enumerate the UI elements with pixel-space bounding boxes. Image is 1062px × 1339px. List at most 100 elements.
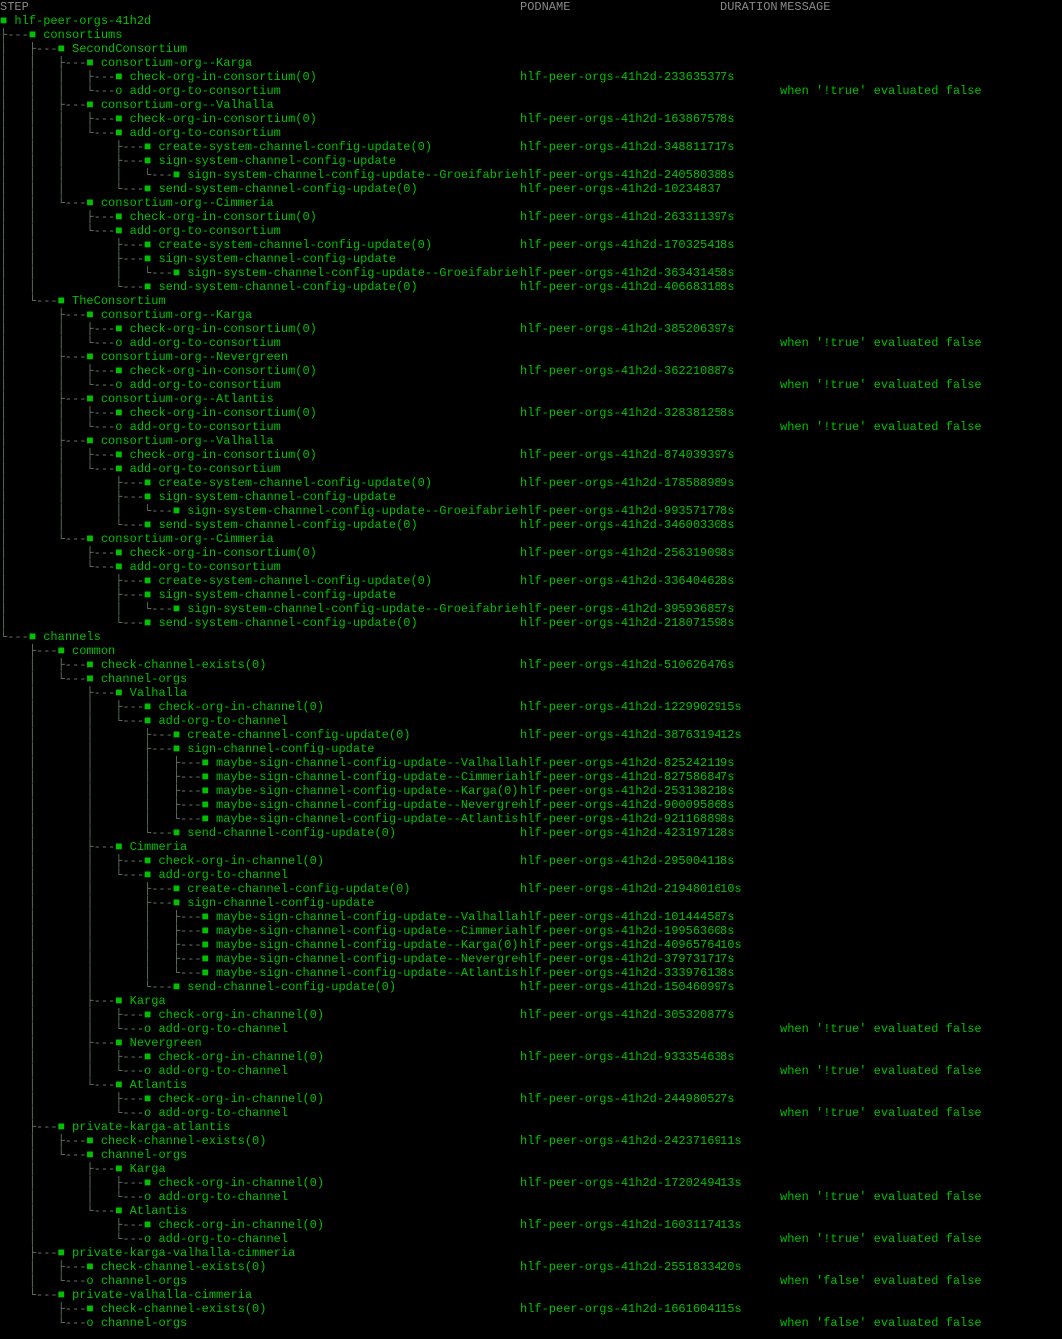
duration (720, 896, 780, 910)
duration (720, 1246, 780, 1260)
tree-row: │ │ └---o add-org-to-consortium when '!t… (0, 378, 1062, 392)
ok-icon: ■ (58, 42, 65, 56)
step-label: consortium-org--Karga (101, 56, 252, 70)
message (780, 910, 1062, 924)
ok-icon: ■ (86, 1148, 93, 1162)
tree-row: │ ├---■ check-org-in-consortium(0)hlf-pe… (0, 546, 1062, 560)
step-label: check-org-in-channel(0) (158, 1092, 324, 1106)
pod-name: hlf-peer-orgs-41h2d-2531382166 (520, 784, 720, 798)
step-label: sign-system-channel-config-update (158, 588, 396, 602)
message (780, 406, 1062, 420)
ok-icon: ■ (173, 980, 180, 994)
duration (720, 182, 780, 196)
step-label: Atlantis (130, 1078, 188, 1092)
duration: 8s (720, 406, 780, 420)
message (780, 434, 1062, 448)
message (780, 140, 1062, 154)
duration: 8s (720, 112, 780, 126)
skip-icon: o (144, 1190, 151, 1204)
ok-icon: ■ (86, 308, 93, 322)
pod-name (520, 1148, 720, 1162)
message (780, 70, 1062, 84)
tree-row: │ │ ├---■ check-org-in-channel(0)hlf-pee… (0, 854, 1062, 868)
duration: 8s (720, 574, 780, 588)
message (780, 1302, 1062, 1316)
pod-name (520, 840, 720, 854)
duration: 7s (720, 952, 780, 966)
message (780, 350, 1062, 364)
message (780, 616, 1062, 630)
pod-name (520, 1204, 720, 1218)
message (780, 826, 1062, 840)
ok-icon: ■ (115, 546, 122, 560)
pod-name (520, 1162, 720, 1176)
pod-name (520, 1036, 720, 1050)
tree-row: │ │ │ └---■ sign-system-channel-config-u… (0, 504, 1062, 518)
message (780, 280, 1062, 294)
duration (720, 490, 780, 504)
duration (720, 630, 780, 644)
duration: 8s (720, 546, 780, 560)
pod-name: hlf-peer-orgs-41h2d-2551833472 (520, 1260, 720, 1274)
message: when 'false' evaluated false (780, 1316, 1062, 1330)
tree-row: │ │ │ └---■ maybe-sign-channel-config-up… (0, 966, 1062, 980)
step-label: check-org-in-consortium(0) (130, 364, 317, 378)
tree-row: │ │ │ ├---■ sign-system-channel-config-u… (0, 154, 1062, 168)
step-label: sign-channel-config-update (187, 896, 374, 910)
pod-name: hlf-peer-orgs-41h2d-2633113923 (520, 210, 720, 224)
tree-row: │ └---o add-org-to-channel when '!true' … (0, 1232, 1062, 1246)
step-label: send-system-channel-config-update(0) (158, 182, 417, 196)
message (780, 182, 1062, 196)
message (780, 644, 1062, 658)
step-label: check-org-in-consortium(0) (130, 322, 317, 336)
duration (720, 1022, 780, 1036)
tree-row: │ │ └---■ send-channel-config-update(0)h… (0, 826, 1062, 840)
message (780, 728, 1062, 742)
tree-row: │ ├---■ check-channel-exists(0)hlf-peer-… (0, 658, 1062, 672)
step-label: sign-system-channel-config-update (158, 252, 396, 266)
tree-row: │ ├---■ check-channel-exists(0)hlf-peer-… (0, 1134, 1062, 1148)
pod-name: hlf-peer-orgs-41h2d-1703254180 (520, 238, 720, 252)
duration: 15s (720, 700, 780, 714)
ok-icon: ■ (86, 56, 93, 70)
tree-row: │ └---■ add-org-to-consortium (0, 560, 1062, 574)
step-label: add-org-to-channel (158, 1022, 288, 1036)
step-label: maybe-sign-channel-config-update--Cimmer… (216, 924, 520, 938)
message (780, 126, 1062, 140)
tree-row: │ └---■ TheConsortium (0, 294, 1062, 308)
pod-name: hlf-peer-orgs-41h2d-1504609910 (520, 980, 720, 994)
message (780, 364, 1062, 378)
message (780, 798, 1062, 812)
duration (720, 868, 780, 882)
step-label: consortium-org--Valhalla (101, 434, 274, 448)
tree-row: └---■ private-valhalla-cimmeria (0, 1288, 1062, 1302)
step-label: create-channel-config-update(0) (187, 728, 410, 742)
duration: 11s (720, 1134, 780, 1148)
pod-name (520, 224, 720, 238)
tree-row: │ ├---■ Nevergreen (0, 1036, 1062, 1050)
ok-icon: ■ (86, 1302, 93, 1316)
tree-row: │ ├---■ check-org-in-channel(0)hlf-peer-… (0, 1218, 1062, 1232)
ok-icon: ■ (144, 1218, 151, 1232)
skip-icon: o (115, 336, 122, 350)
duration (720, 840, 780, 854)
pod-name (520, 644, 720, 658)
pod-name (520, 196, 720, 210)
ok-icon: ■ (0, 14, 7, 28)
ok-icon: ■ (115, 994, 122, 1008)
tree-row: │ │ │ ├---■ create-system-channel-config… (0, 140, 1062, 154)
step-label: create-system-channel-config-update(0) (158, 574, 432, 588)
tree-row: ├---■ private-karga-atlantis (0, 1120, 1062, 1134)
message: when '!true' evaluated false (780, 1190, 1062, 1204)
ok-icon: ■ (173, 728, 180, 742)
tree-row: │ ├---■ check-org-in-channel(0)hlf-peer-… (0, 1092, 1062, 1106)
message (780, 168, 1062, 182)
message (780, 896, 1062, 910)
duration: 7s (720, 602, 780, 616)
tree-row: │ │ │ ├---■ check-org-in-consortium(0)hl… (0, 112, 1062, 126)
step-label: check-channel-exists(0) (101, 1302, 267, 1316)
step-label: add-org-to-channel (158, 868, 288, 882)
tree-row: │ │ │ ├---■ maybe-sign-channel-config-up… (0, 784, 1062, 798)
duration (720, 378, 780, 392)
pod-name (520, 686, 720, 700)
